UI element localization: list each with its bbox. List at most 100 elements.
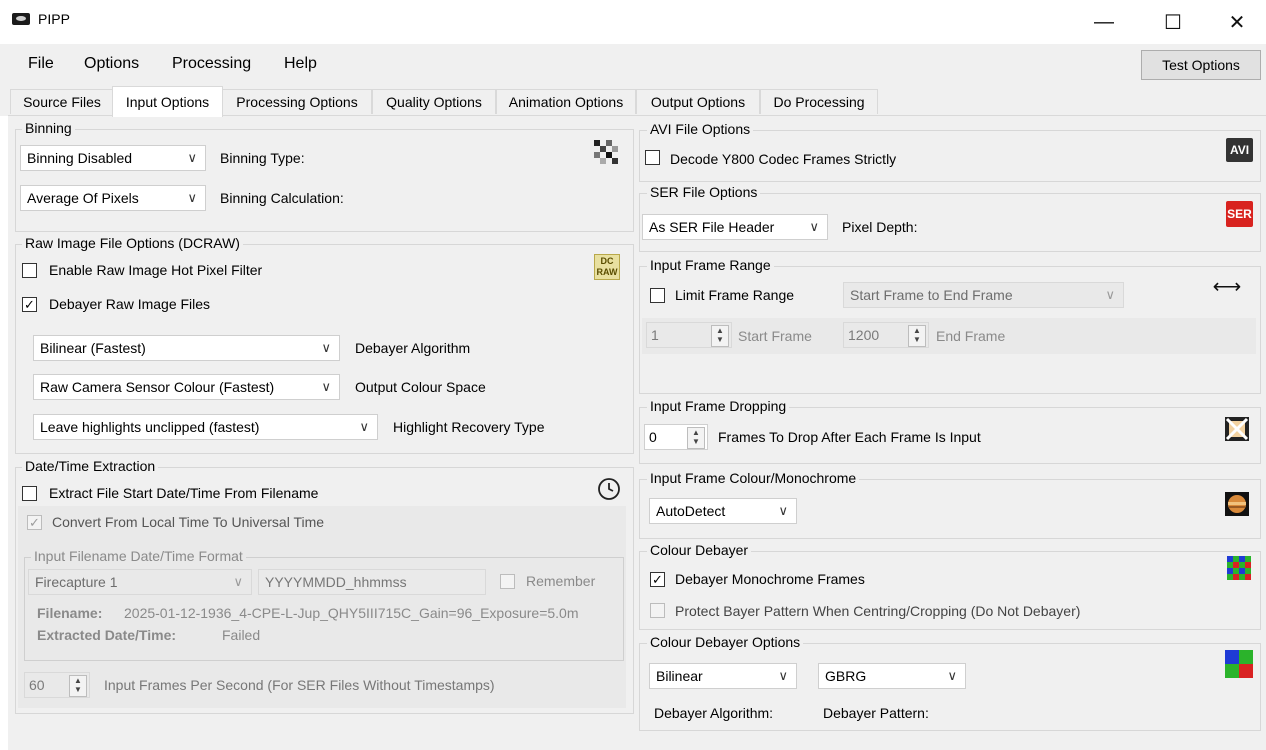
tab-source-files[interactable]: Source Files	[10, 89, 114, 114]
format-pattern-input[interactable]: YYYYMMDD_hhmmss	[258, 569, 486, 595]
spin-down-icon: ▼	[716, 335, 724, 344]
check-icon: ✓	[24, 297, 35, 312]
raw-highlight-label: Highlight Recovery Type	[393, 419, 545, 435]
app-icon	[12, 13, 30, 25]
chevron-down-icon: ∨	[187, 150, 197, 165]
binning-type-select[interactable]: Binning Disabled ∨	[20, 145, 206, 171]
raw-colour-select[interactable]: Raw Camera Sensor Colour (Fastest) ∨	[33, 374, 340, 400]
debayer-raw-checkbox[interactable]: ✓	[22, 297, 37, 312]
format-select[interactable]: Firecapture 1 ∨	[28, 569, 252, 595]
debayer-algorithm-select[interactable]: Bilinear ∨	[649, 663, 797, 689]
chevron-down-icon: ∨	[187, 190, 197, 205]
hot-pixel-checkbox[interactable]	[22, 263, 37, 278]
spinner-arrows-icon[interactable]: ▲ ▼	[69, 675, 87, 697]
chevron-down-icon: ∨	[778, 668, 788, 683]
test-options-button[interactable]: Test Options	[1141, 50, 1261, 80]
filename-value: 2025-01-12-1936_4-CPE-L-Jup_QHY5III715C_…	[124, 605, 579, 621]
fps-spinner[interactable]: 60 ▲ ▼	[24, 672, 90, 698]
chevron-down-icon: ∨	[359, 419, 369, 434]
spinner-arrows-icon[interactable]: ▲ ▼	[908, 325, 926, 347]
binning-type-label: Binning Type:	[220, 150, 305, 166]
binning-group-title: Binning	[22, 120, 75, 136]
convert-utc-label: Convert From Local Time To Universal Tim…	[52, 514, 325, 530]
protect-bayer-label: Protect Bayer Pattern When Centring/Crop…	[675, 603, 1081, 619]
debayer-mono-checkbox[interactable]: ✓	[650, 572, 665, 587]
chevron-down-icon: ∨	[809, 219, 819, 234]
remember-label: Remember	[526, 573, 596, 589]
menu-file[interactable]: File	[28, 55, 54, 73]
menu-processing[interactable]: Processing	[172, 55, 251, 73]
decode-y800-label: Decode Y800 Codec Frames Strictly	[670, 151, 897, 167]
debayer-mono-label: Debayer Monochrome Frames	[675, 571, 865, 587]
raw-group-title: Raw Image File Options (DCRAW)	[22, 235, 243, 251]
frame-range-mode-select[interactable]: Start Frame to End Frame ∨	[843, 282, 1124, 308]
fps-label: Input Frames Per Second (For SER Files W…	[104, 677, 495, 693]
close-button[interactable]: ✕	[1214, 6, 1260, 38]
format-value: Firecapture 1	[35, 574, 118, 590]
filename-key: Filename:	[37, 605, 103, 621]
pixel-depth-label: Pixel Depth:	[842, 219, 918, 235]
spinner-arrows-icon[interactable]: ▲ ▼	[711, 325, 729, 347]
minimize-button[interactable]: —	[1081, 6, 1127, 38]
debayer-raw-label: Debayer Raw Image Files	[49, 296, 211, 312]
tab-quality-options[interactable]: Quality Options	[372, 89, 496, 114]
debayer-pattern-select[interactable]: GBRG ∨	[818, 663, 966, 689]
extract-datetime-checkbox[interactable]	[22, 486, 37, 501]
start-frame-value: 1	[651, 327, 659, 343]
binning-calc-value: Average Of Pixels	[27, 190, 139, 206]
datetime-group-title: Date/Time Extraction	[22, 458, 159, 474]
convert-utc-checkbox[interactable]: ✓	[27, 515, 42, 530]
fps-value: 60	[29, 677, 45, 693]
maximize-button[interactable]: ☐	[1150, 6, 1196, 38]
frames-drop-spinner[interactable]: 0 ▲ ▼	[644, 424, 708, 450]
start-frame-label: Start Frame	[738, 328, 812, 344]
rgb-bayer-icon	[1225, 650, 1253, 678]
debayer-algorithm-label: Debayer Algorithm:	[654, 705, 774, 721]
end-frame-value: 1200	[848, 327, 880, 343]
limit-frame-range-label: Limit Frame Range	[675, 287, 795, 303]
dcraw-icon: DC RAW	[594, 254, 620, 280]
tab-input-options[interactable]: Input Options	[112, 86, 223, 117]
end-frame-spinner[interactable]: 1200 ▲ ▼	[843, 322, 929, 348]
raw-highlight-value: Leave highlights unclipped (fastest)	[40, 419, 260, 435]
start-frame-spinner[interactable]: 1 ▲ ▼	[646, 322, 732, 348]
spinner-arrows-icon[interactable]: ▲ ▼	[687, 427, 705, 449]
spin-up-icon: ▲	[716, 326, 724, 335]
raw-highlight-select[interactable]: Leave highlights unclipped (fastest) ∨	[33, 414, 378, 440]
end-frame-label: End Frame	[936, 328, 1006, 344]
spin-down-icon: ▼	[74, 685, 82, 694]
bayer-pattern-icon	[1227, 556, 1251, 580]
raw-algorithm-select[interactable]: Bilinear (Fastest) ∨	[33, 335, 340, 361]
binning-calc-label: Binning Calculation:	[220, 190, 344, 206]
extracted-value: Failed	[222, 627, 261, 643]
format-subgroup-title: Input Filename Date/Time Format	[31, 548, 246, 564]
raw-colour-label: Output Colour Space	[355, 379, 486, 395]
window-title: PIPP	[38, 11, 70, 27]
frame-range-icon: ⟷	[1212, 275, 1242, 298]
chevron-down-icon: ∨	[1105, 287, 1115, 302]
pixel-depth-select[interactable]: As SER File Header ∨	[642, 214, 828, 240]
spin-down-icon: ▼	[913, 335, 921, 344]
frame-drop-icon	[1224, 416, 1250, 442]
tab-animation-options[interactable]: Animation Options	[496, 89, 636, 114]
protect-bayer-checkbox[interactable]	[650, 603, 665, 618]
tab-do-processing[interactable]: Do Processing	[760, 89, 878, 114]
decode-y800-checkbox[interactable]	[645, 150, 660, 165]
avi-icon: AVI	[1226, 138, 1253, 162]
binning-type-value: Binning Disabled	[27, 150, 133, 166]
menu-help[interactable]: Help	[284, 55, 317, 73]
binning-calc-select[interactable]: Average Of Pixels ∨	[20, 185, 206, 211]
limit-frame-range-checkbox[interactable]	[650, 288, 665, 303]
title-bar	[0, 0, 1266, 44]
tab-output-options[interactable]: Output Options	[636, 89, 760, 114]
frame-range-mode-value: Start Frame to End Frame	[850, 287, 1013, 303]
raw-algorithm-label: Debayer Algorithm	[355, 340, 471, 356]
menu-options[interactable]: Options	[84, 55, 139, 73]
spin-down-icon: ▼	[692, 437, 700, 446]
frame-range-group-title: Input Frame Range	[647, 257, 774, 273]
pixel-depth-value: As SER File Header	[649, 219, 775, 235]
colour-mono-select[interactable]: AutoDetect ∨	[649, 498, 797, 524]
colour-mono-group-title: Input Frame Colour/Monochrome	[647, 470, 860, 486]
remember-checkbox[interactable]	[500, 574, 515, 589]
tab-processing-options[interactable]: Processing Options	[222, 89, 372, 114]
